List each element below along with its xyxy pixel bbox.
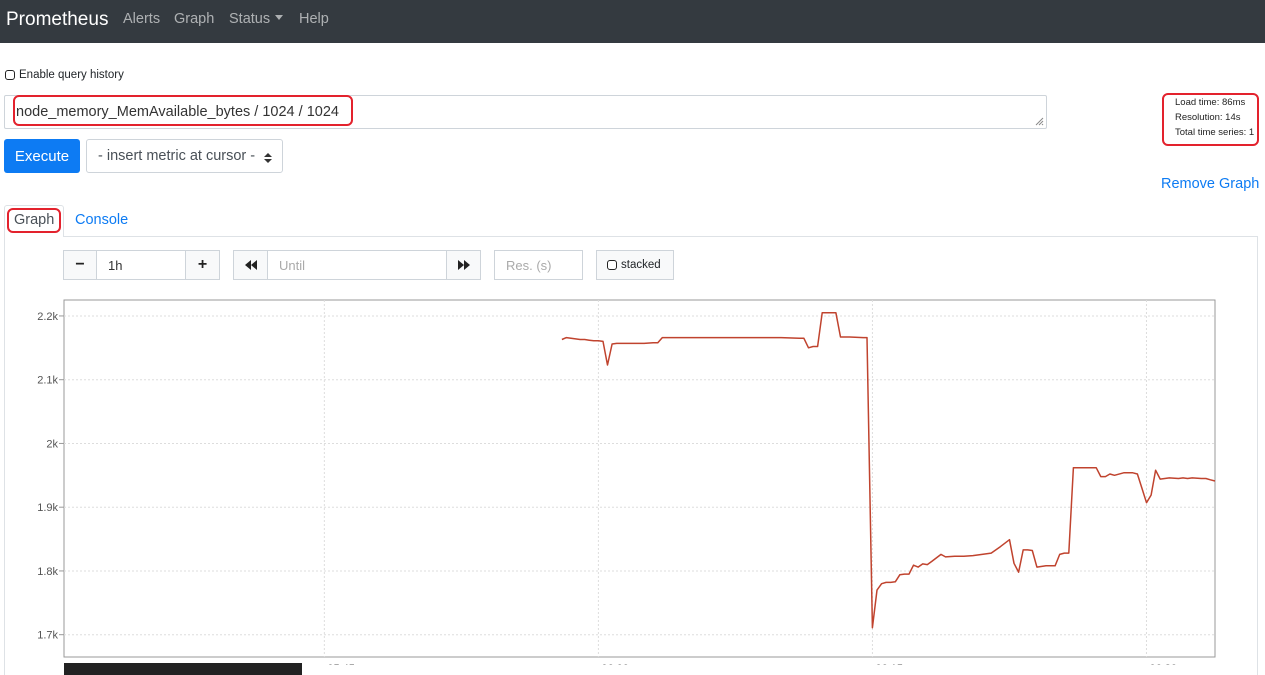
- plot-area: [63, 299, 1216, 658]
- execute-button[interactable]: Execute: [4, 139, 80, 173]
- y-tick-label: 1.7k: [37, 630, 58, 642]
- expression-input[interactable]: node_memory_MemAvailable_bytes / 1024 / …: [4, 95, 1047, 129]
- x-tick-label: 06:00: [601, 663, 629, 665]
- y-tick-label: 1.8k: [37, 566, 58, 578]
- y-tick-label: 2.1k: [37, 375, 58, 387]
- select-arrows-icon: [264, 153, 272, 163]
- y-tick-label: 2.2k: [37, 311, 58, 323]
- range-decrease-button[interactable]: −: [63, 250, 97, 280]
- tab-graph[interactable]: Graph: [14, 212, 54, 228]
- nav-graph[interactable]: Graph: [174, 11, 214, 27]
- x-tick-label: 06:30: [1149, 663, 1177, 665]
- expression-value: node_memory_MemAvailable_bytes / 1024 / …: [16, 104, 339, 120]
- resolution-input[interactable]: Res. (s): [494, 250, 583, 280]
- load-time: Load time: 86ms: [1175, 97, 1246, 108]
- chevron-down-icon: [275, 14, 284, 20]
- stacked-checkbox[interactable]: [607, 260, 617, 270]
- resolution-placeholder: Res. (s): [506, 258, 552, 273]
- metric-select[interactable]: - insert metric at cursor -: [86, 139, 283, 173]
- time-back-button[interactable]: [233, 250, 268, 280]
- remove-graph-link[interactable]: Remove Graph: [1161, 176, 1259, 192]
- until-input[interactable]: Until: [267, 250, 447, 280]
- query-history-toggle[interactable]: Enable query history: [5, 69, 124, 81]
- range-input[interactable]: 1h: [96, 250, 186, 280]
- navbar: Prometheus Alerts Graph Status Help: [0, 0, 1265, 43]
- x-tick-label: 05:45: [327, 663, 355, 665]
- metric-select-value: - insert metric at cursor -: [98, 148, 256, 164]
- fast-forward-icon: [457, 260, 470, 270]
- query-history-label: Enable query history: [19, 69, 124, 81]
- range-increase-button[interactable]: +: [185, 250, 220, 280]
- brand-link[interactable]: Prometheus: [6, 9, 108, 31]
- stacked-label: stacked: [621, 259, 661, 271]
- total-series: Total time series: 1: [1175, 127, 1255, 138]
- time-forward-button[interactable]: [446, 250, 481, 280]
- rewind-icon: [244, 260, 257, 270]
- legend-bar: [64, 663, 302, 675]
- graph-chart: 1.7k 1.8k 1.9k 2k 2.1k 2.2k 05:45 06:00 06:15 06:…: [37, 299, 1216, 665]
- nav-status[interactable]: Status: [229, 11, 284, 27]
- y-tick-label: 2k: [46, 438, 58, 450]
- nav-alerts[interactable]: Alerts: [123, 11, 160, 27]
- y-tick-label: 1.9k: [37, 502, 58, 514]
- stacked-toggle[interactable]: stacked: [596, 250, 674, 280]
- resolution: Resolution: 14s: [1175, 112, 1241, 123]
- resize-handle-icon[interactable]: [1035, 117, 1044, 126]
- nav-help[interactable]: Help: [299, 11, 329, 27]
- nav-status-label: Status: [229, 11, 271, 27]
- until-placeholder: Until: [279, 258, 306, 273]
- query-history-checkbox[interactable]: [5, 70, 15, 80]
- tab-console[interactable]: Console: [75, 212, 128, 228]
- query-stats: Load time: 86ms Resolution: 14s Total ti…: [1175, 95, 1254, 140]
- x-tick-label: 06:15: [875, 663, 903, 665]
